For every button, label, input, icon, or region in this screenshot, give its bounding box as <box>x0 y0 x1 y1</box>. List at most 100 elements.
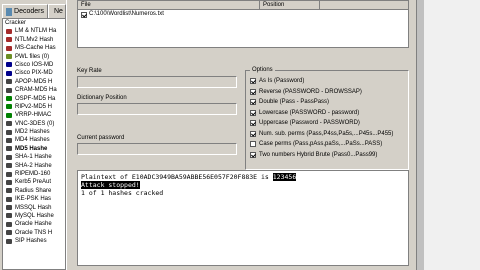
tree-item[interactable]: MD2 Hashes <box>3 128 65 136</box>
hash-type-icon <box>6 154 12 160</box>
tree-item-label: SIP Hashes <box>15 238 47 245</box>
left-panel: Decoders Ne Cracker LM & NTLM Ha NTLMv2 Ha… <box>0 0 66 270</box>
option-checkbox[interactable] <box>250 151 256 158</box>
option-checkbox[interactable] <box>250 78 256 84</box>
tree-item[interactable]: Oracle Hashe <box>3 220 65 228</box>
hash-type-icon <box>6 221 12 227</box>
tree-item[interactable]: Cisco PIX-MD <box>3 69 65 77</box>
option-label: Reverse (PASSWORD - DROWSSAP) <box>259 88 362 95</box>
tree-item-label: CRAM-MD5 Ha <box>15 87 57 94</box>
tree-item-label: OSPF-MD5 Ha <box>15 95 56 102</box>
vertical-scrollbar[interactable] <box>416 0 424 270</box>
option-label: Two numbers Hybrid Brute (Pass0...Pass99… <box>259 151 378 158</box>
tree-item-label: MD2 Hashes <box>15 129 50 136</box>
option-item[interactable]: Case perms (Pass,pAss,paSs,...PaSs...PAS… <box>250 140 382 148</box>
wordlist-file-list[interactable]: File Position C:\100\Wordlist\Numeros.tx… <box>77 0 409 48</box>
tree-item-label: Oracle Hashe <box>15 221 52 228</box>
output-console[interactable]: Plaintext of E10ADC3949BA59ABBE56E057F20… <box>77 170 409 266</box>
hash-type-icon <box>6 79 12 85</box>
file-row[interactable]: C:\100\Wordlist\Numeros.txt <box>78 10 408 19</box>
column-file[interactable]: File <box>78 1 260 9</box>
option-item[interactable]: Lowercase (PASSWORD - password) <box>250 109 359 117</box>
tab-bar: Decoders Ne <box>0 4 66 18</box>
tree-item[interactable]: MD5 Hashe <box>3 145 65 153</box>
tree-item-label: VNC-3DES (0) <box>15 120 55 127</box>
tree-item-label: Cisco IOS-MD <box>15 61 54 68</box>
option-item[interactable]: Num. sub. perms (Pass,P4ss,Pa5s,...P45s.… <box>250 130 393 138</box>
tree-item[interactable]: NTLMv2 Hash <box>3 36 65 44</box>
attack-stopped-text: Attack stopped! <box>81 181 140 189</box>
tree-item[interactable]: PWL files (0) <box>3 53 65 61</box>
tree-item[interactable]: MSSQL Hash <box>3 204 65 212</box>
tree-item-label: MD5 Hashe <box>15 145 48 152</box>
option-checkbox[interactable] <box>250 130 256 137</box>
hash-type-icon <box>6 62 12 68</box>
tree-item[interactable]: OSPF-MD5 Ha <box>3 95 65 103</box>
option-checkbox[interactable] <box>250 120 256 126</box>
tree-item[interactable]: APOP-MD5 H <box>3 78 65 86</box>
hash-type-icon <box>6 188 12 194</box>
tree-item[interactable]: Cisco IOS-MD <box>3 61 65 69</box>
tree-item-label: MS-Cache Has <box>15 45 56 52</box>
hash-type-icon <box>6 70 12 76</box>
tree-item[interactable]: SHA-1 Hashe <box>3 153 65 161</box>
tab-network[interactable]: Ne <box>48 4 66 18</box>
tree-item[interactable]: RIPEMD-160 <box>3 170 65 178</box>
option-checkbox[interactable] <box>250 109 256 116</box>
tree-item[interactable]: LM & NTLM Ha <box>3 27 65 35</box>
option-item[interactable]: As Is (Password) <box>250 77 304 85</box>
option-checkbox[interactable] <box>250 88 256 95</box>
right-background <box>424 0 480 270</box>
hash-type-icon <box>6 171 12 177</box>
tree-item-label: MSSQL Hash <box>15 204 52 211</box>
hash-type-icon <box>6 96 12 102</box>
file-checkbox[interactable] <box>81 11 87 18</box>
options-title: Options <box>250 67 275 73</box>
hash-type-icon <box>6 196 12 202</box>
tree-item[interactable]: CRAM-MD5 Ha <box>3 86 65 94</box>
tree-item[interactable]: Radius Share <box>3 187 65 195</box>
current-password-label: Current password <box>77 135 125 141</box>
option-label: Case perms (Pass,pAss,paSs,...PaSs...PAS… <box>259 141 383 147</box>
option-label: Uppercase (Password - PASSWORD) <box>259 120 360 126</box>
tree-item[interactable]: MS-Cache Has <box>3 44 65 52</box>
tree-item-label: SHA-1 Hashe <box>15 154 52 161</box>
option-label: Lowercase (PASSWORD - password) <box>259 109 360 116</box>
tab-decoders[interactable]: Decoders <box>2 4 48 18</box>
hash-type-icon <box>6 54 12 60</box>
option-item[interactable]: Double (Pass - PassPass) <box>250 98 329 106</box>
option-checkbox[interactable] <box>250 141 256 147</box>
hash-type-icon <box>6 112 12 118</box>
tree-item[interactable]: MD4 Hashes <box>3 136 65 144</box>
cracker-tree[interactable]: Cracker LM & NTLM Ha NTLMv2 Hash MS-Cache H… <box>2 18 66 270</box>
dictionary-position-field <box>77 103 237 115</box>
cracked-password: 123456 <box>272 173 297 181</box>
tree-item[interactable]: IKE-PSK Has <box>3 195 65 203</box>
tree-item[interactable]: MySQL Hashe <box>3 212 65 220</box>
tree-item-label: MySQL Hashe <box>15 212 54 219</box>
console-line-2: Attack stopped! <box>81 181 405 189</box>
option-label: Num. sub. perms (Pass,P4ss,Pa5s,...P45s.… <box>259 130 394 137</box>
tree-item[interactable]: SHA-2 Hashe <box>3 162 65 170</box>
tree-item[interactable]: Cracker <box>3 19 65 27</box>
tree-item[interactable]: VNC-3DES (0) <box>3 120 65 128</box>
hash-type-icon <box>6 121 12 127</box>
tree-item[interactable]: RIPv2-MD5 H <box>3 103 65 111</box>
option-item[interactable]: Two numbers Hybrid Brute (Pass0...Pass99… <box>250 151 377 159</box>
tree-item-label: MD4 Hashes <box>15 137 50 144</box>
tree-item[interactable]: Kerb5 PreAut <box>3 178 65 186</box>
option-item[interactable]: Reverse (PASSWORD - DROWSSAP) <box>250 88 362 96</box>
option-checkbox[interactable] <box>250 99 256 105</box>
hash-type-icon <box>6 28 12 34</box>
tree-item[interactable]: VRRP-HMAC <box>3 111 65 119</box>
tree-item-label: SHA-2 Hashe <box>15 162 52 169</box>
column-position[interactable]: Position <box>260 1 320 9</box>
option-item[interactable]: Uppercase (Password - PASSWORD) <box>250 119 360 127</box>
tab-network-label: Ne <box>54 8 63 15</box>
key-rate-label: Key Rate <box>77 68 102 74</box>
hash-type-icon <box>6 37 12 43</box>
tree-item[interactable]: Oracle TNS H <box>3 229 65 237</box>
tree-item-label: APOP-MD5 H <box>15 78 53 85</box>
current-password-field <box>77 143 237 155</box>
tree-item[interactable]: SIP Hashes <box>3 237 65 245</box>
